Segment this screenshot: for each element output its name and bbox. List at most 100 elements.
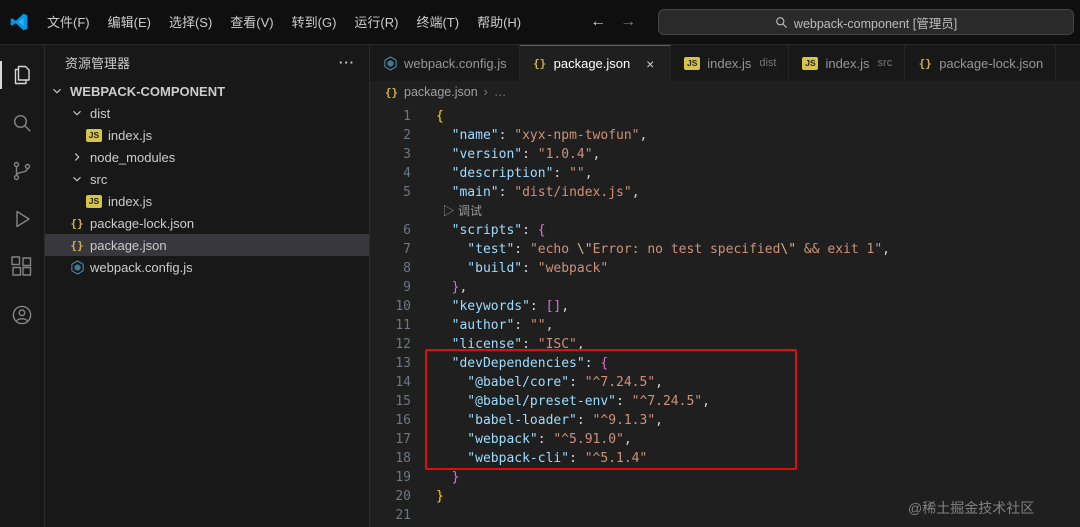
line-content: "@babel/core": "^7.24.5", xyxy=(436,375,663,390)
chevron-down-icon xyxy=(49,84,65,98)
line-number: 4 xyxy=(403,166,411,181)
tab-index-js-src[interactable]: JS index.js src xyxy=(789,45,906,81)
line-content: "scripts": { xyxy=(436,223,546,238)
tab-label: webpack.config.js xyxy=(404,55,507,71)
tree-item-label: src xyxy=(90,171,108,187)
line-content: "build": "webpack" xyxy=(436,261,609,276)
tree-item-webpack-config-js[interactable]: webpack.config.js xyxy=(45,256,369,278)
line-content: }, xyxy=(451,280,468,295)
tree-root-label: WEBPACK-COMPONENT xyxy=(70,83,226,99)
js-file-icon: JS xyxy=(684,56,701,70)
line-content: { xyxy=(436,109,444,124)
webpack-file-icon xyxy=(382,55,398,71)
code-line: 3 "version": "1.0.4", xyxy=(370,145,1080,164)
line-number: 1 xyxy=(403,109,411,124)
search-text: webpack-component [管理员] xyxy=(793,16,958,31)
watermark: @稀土掘金技术社区 xyxy=(908,500,1035,516)
line-number: 13 xyxy=(395,356,411,371)
tree-item-label: package.json xyxy=(90,237,167,253)
line-number: 8 xyxy=(403,261,411,276)
line-number: 19 xyxy=(395,470,411,485)
line-number: 10 xyxy=(395,299,411,314)
menu-item--h-[interactable]: 帮助(H) xyxy=(468,0,530,45)
code-line: 17 "webpack": "^5.91.0", xyxy=(370,430,1080,449)
debug-codelens[interactable]: ▷ 调试 xyxy=(436,204,482,218)
tab-label: package-lock.json xyxy=(939,55,1044,71)
tab-package-lock-json[interactable]: {} package-lock.json xyxy=(905,45,1057,81)
line-content: "babel-loader": "^9.1.3", xyxy=(436,413,663,428)
command-center-search[interactable]: webpack-component [管理员] xyxy=(658,9,1074,35)
tree-item-package-json[interactable]: {} package.json xyxy=(45,234,369,256)
line-content: "test": "echo \"Error: no test specified… xyxy=(436,242,890,257)
tree-item-index-js[interactable]: JS index.js xyxy=(45,190,369,212)
code-line: 15 "@babel/preset-env": "^7.24.5", xyxy=(370,392,1080,411)
js-file-icon: JS xyxy=(802,56,819,70)
menu-item--g-[interactable]: 转到(G) xyxy=(283,0,346,45)
menu-item--f-[interactable]: 文件(F) xyxy=(38,0,99,45)
tree-item-dist[interactable]: dist xyxy=(45,102,369,124)
code-line: 9 }, xyxy=(370,278,1080,297)
tab-label: index.js xyxy=(707,55,752,71)
search-icon[interactable] xyxy=(0,99,44,147)
code-line: 13 "devDependencies": { xyxy=(370,354,1080,373)
breadcrumb[interactable]: {} package.json › … xyxy=(370,81,1080,103)
debug-codelens-label: 调试 xyxy=(458,204,483,218)
tab-package-json[interactable]: {} package.json × xyxy=(519,45,672,81)
code-line: 14 "@babel/core": "^7.24.5", xyxy=(370,373,1080,392)
menu-bar: 文件(F) 编辑(E) 选择(S) 查看(V) 转到(G) 运行(R) 终端(T) 帮助(H) xyxy=(38,0,530,45)
code-line: 1{ xyxy=(370,107,1080,126)
code-line: 4 "description": "", xyxy=(370,164,1080,183)
search-icon xyxy=(775,16,788,29)
menu-item--t-[interactable]: 终端(T) xyxy=(407,0,468,45)
line-content: "webpack-cli": "^5.1.4" xyxy=(436,451,648,466)
more-actions-icon[interactable]: ··· xyxy=(339,55,355,70)
json-file-icon: {} xyxy=(70,238,84,252)
editor-area: webpack.config.js {} package.json × JS index.… xyxy=(370,45,1080,527)
workbench: 资源管理器 ··· WEBPACK-COMPONENT dist JS index.j… xyxy=(0,45,1080,527)
code-line: 16 "babel-loader": "^9.1.3", xyxy=(370,411,1080,430)
back-arrow-button[interactable]: ← xyxy=(590,13,606,31)
tree-item-node-modules[interactable]: node_modules xyxy=(45,146,369,168)
tab-webpack-config-js[interactable]: webpack.config.js xyxy=(370,45,520,81)
line-content: "keywords": [], xyxy=(436,299,570,314)
line-number: 9 xyxy=(403,280,411,295)
menu-item--v-[interactable]: 查看(V) xyxy=(221,0,282,45)
js-file-icon: JS xyxy=(86,194,102,208)
menu-item--s-[interactable]: 选择(S) xyxy=(160,0,221,45)
tree-root-webpack-component[interactable]: WEBPACK-COMPONENT xyxy=(45,80,369,102)
source-control-icon[interactable] xyxy=(0,147,44,195)
line-content: } xyxy=(451,470,460,485)
breadcrumb-file: package.json xyxy=(404,85,478,99)
tree-item-index-js[interactable]: JS index.js xyxy=(45,124,369,146)
history-nav: ← → xyxy=(590,13,636,31)
json-file-icon: {} xyxy=(918,56,932,70)
sidebar-header: 资源管理器 ··· xyxy=(45,45,369,80)
code-line: 12 "license": "ISC", xyxy=(370,335,1080,354)
files-icon[interactable] xyxy=(0,51,44,99)
code-line: 7 "test": "echo \"Error: no test specifi… xyxy=(370,240,1080,259)
tree-item-src[interactable]: src xyxy=(45,168,369,190)
line-content: "webpack": "^5.91.0", xyxy=(436,432,632,447)
tab-label: index.js xyxy=(825,55,870,71)
chevron-down-icon xyxy=(69,172,85,186)
line-content: "name": "xyx-npm-twofun", xyxy=(436,128,648,143)
account-icon[interactable] xyxy=(0,291,44,339)
line-content xyxy=(411,506,436,525)
js-file-icon: JS xyxy=(86,128,102,142)
line-content: ▷ 调试 xyxy=(411,202,482,221)
tree-item-label: index.js xyxy=(108,127,153,143)
menu-item--e-[interactable]: 编辑(E) xyxy=(99,0,160,45)
line-content: "@babel/preset-env": "^7.24.5", xyxy=(436,394,710,409)
close-icon[interactable]: × xyxy=(642,56,658,72)
activity-bar xyxy=(0,45,45,527)
code-line: 2 "name": "xyx-npm-twofun", xyxy=(370,126,1080,145)
forward-arrow-button[interactable]: → xyxy=(620,13,636,31)
code-editor[interactable]: 1{2 "name": "xyx-npm-twofun", 3 "version"… xyxy=(370,103,1080,527)
extensions-icon[interactable] xyxy=(0,243,44,291)
run-debug-icon[interactable] xyxy=(0,195,44,243)
tab-index-js-dist[interactable]: JS index.js dist xyxy=(671,45,790,81)
sidebar-title: 资源管理器 xyxy=(65,56,131,71)
line-number: 11 xyxy=(395,318,411,333)
tree-item-package-lock-json[interactable]: {} package-lock.json xyxy=(45,212,369,234)
menu-item--r-[interactable]: 运行(R) xyxy=(345,0,407,45)
